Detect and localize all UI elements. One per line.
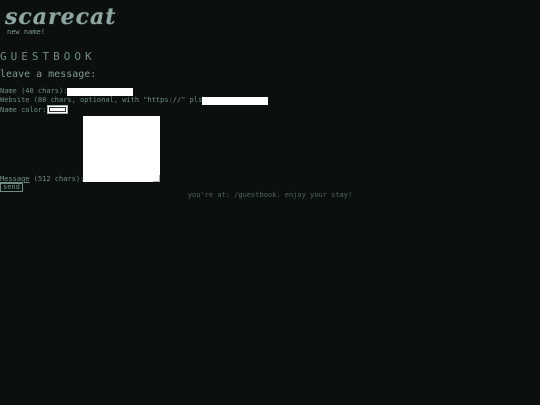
message-link[interactable]: Message	[0, 175, 30, 183]
message-label-row: Message (512 chars):	[0, 175, 84, 183]
website-label: Website (80 chars, optional, with "https…	[0, 96, 211, 104]
name-label: Name (40 chars):	[0, 87, 68, 95]
name-color-label: Name color:	[0, 106, 47, 114]
message-label-suffix: (512 chars):	[29, 175, 85, 183]
page: scarecat new name! GUESTBOOK leave a mes…	[0, 0, 540, 405]
color-swatch	[49, 107, 66, 112]
name-color-picker[interactable]	[47, 105, 68, 114]
footer-text: you're at: /guestbook. enjoy your stay!	[187, 191, 353, 199]
site-logo[interactable]: scarecat	[5, 4, 116, 30]
site-subtitle: new name!	[7, 28, 45, 36]
message-textarea[interactable]	[83, 116, 160, 182]
name-input[interactable]	[67, 88, 133, 96]
page-title: GUESTBOOK	[0, 50, 96, 63]
form-heading: leave a message:	[0, 69, 97, 80]
website-input[interactable]	[202, 97, 268, 105]
